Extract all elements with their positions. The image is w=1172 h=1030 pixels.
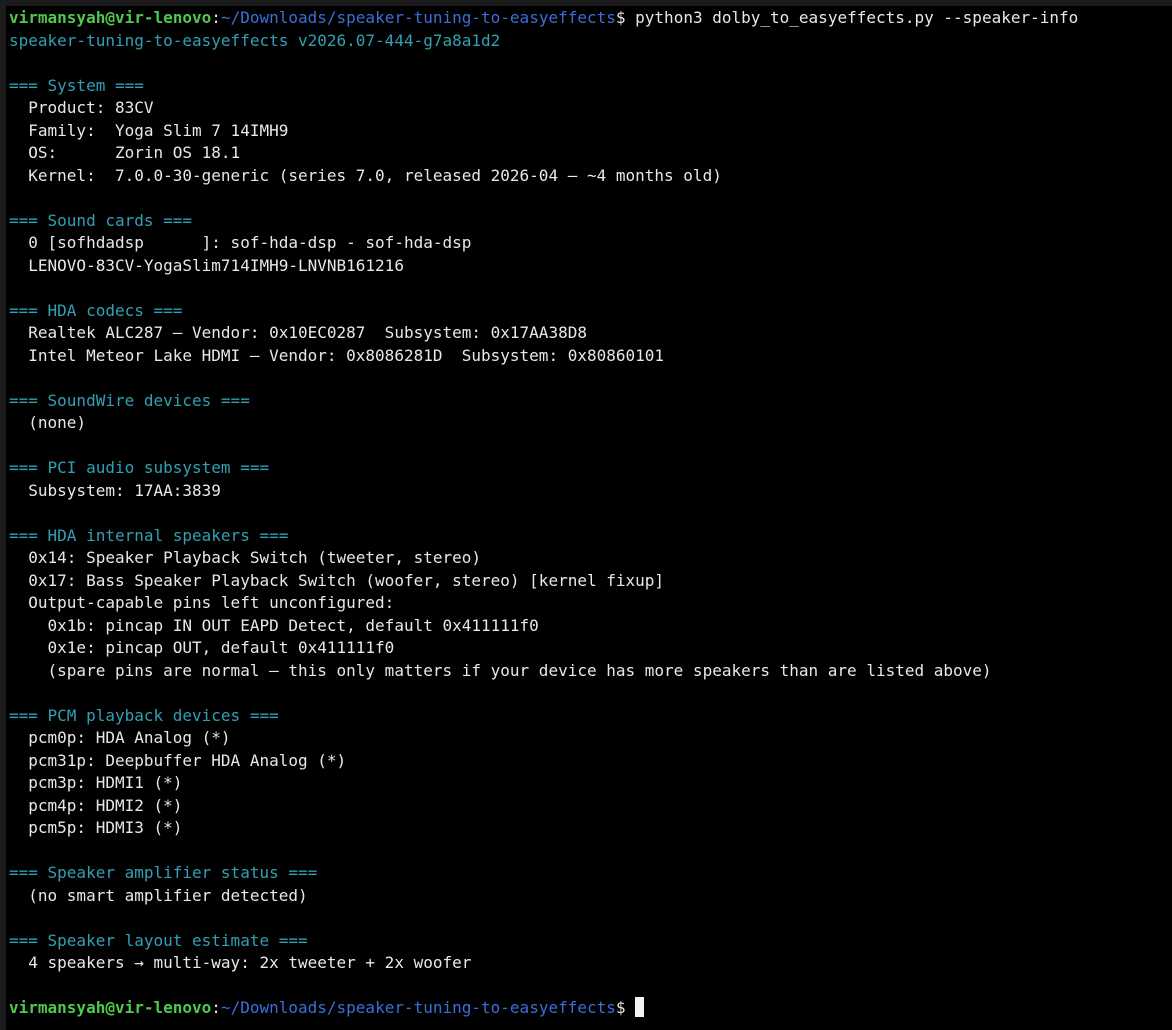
system-line: Family: Yoga Slim 7 14IMH9 xyxy=(9,120,289,140)
window-top-edge xyxy=(0,0,1172,6)
section-header-amplifier: === Speaker amplifier status === xyxy=(9,863,318,882)
hda-speaker-line: 0x14: Speaker Playback Switch (tweeter, … xyxy=(9,548,482,567)
prompt-path: ~/Downloads/speaker-tuning-to-easyeffect… xyxy=(220,8,616,27)
soundwire-line: (none) xyxy=(9,413,87,432)
amplifier-line: (no smart amplifier detected) xyxy=(9,885,308,905)
hda-speaker-line: (spare pins are normal — this only matte… xyxy=(9,660,992,680)
prompt-path: ~/Downloads/speaker-tuning-to-easyeffect… xyxy=(220,998,616,1017)
prompt-colon: : xyxy=(211,8,221,27)
version-line: speaker-tuning-to-easyeffects v2026.07-4… xyxy=(9,30,501,50)
pcm-device-line: pcm31p: Deepbuffer HDA Analog (*) xyxy=(9,750,347,770)
layout-line: 4 speakers → multi-way: 2x tweeter + 2x … xyxy=(9,953,472,972)
section-header-layout: === Speaker layout estimate === xyxy=(9,930,308,950)
section-header-system: === System === xyxy=(9,75,144,95)
command-line: virmansyah@vir-lenovo:~/Downloads/speake… xyxy=(9,7,1172,30)
hda-speaker-line: 0x1b: pincap IN OUT EAPD Detect, default… xyxy=(9,615,539,635)
section-header-pci-audio: === PCI audio subsystem === xyxy=(9,458,270,477)
prompt-user-host: virmansyah@vir-lenovo xyxy=(9,8,212,27)
section-header-hda-speakers: === HDA internal speakers === xyxy=(9,525,289,545)
hda-speaker-line: 0x1e: pincap OUT, default 0x411111f0 xyxy=(9,638,395,657)
prompt-line[interactable]: virmansyah@vir-lenovo:~/Downloads/speake… xyxy=(9,997,1172,1020)
pcm-device-line: pcm4p: HDMI2 (*) xyxy=(9,795,183,815)
sound-card-line: 0 [sofhdadsp ]: sof-hda-dsp - sof-hda-ds… xyxy=(9,233,472,252)
prompt-colon: : xyxy=(211,998,221,1017)
pcm-device-line: pcm5p: HDMI3 (*) xyxy=(9,818,183,837)
pcm-device-line: pcm3p: HDMI1 (*) xyxy=(9,773,183,792)
hda-speaker-line: 0x17: Bass Speaker Playback Switch (woof… xyxy=(9,570,665,590)
prompt-dollar: $ xyxy=(615,998,636,1017)
prompt-user-host: virmansyah@vir-lenovo xyxy=(9,998,212,1017)
section-header-pcm-playback: === PCM playback devices === xyxy=(9,705,279,725)
sound-card-line: LENOVO-83CV-YogaSlim714IMH9-LNVNB161216 xyxy=(9,255,404,275)
system-line: OS: Zorin OS 18.1 xyxy=(9,143,241,162)
prompt-dollar: $ xyxy=(615,8,636,27)
pci-audio-line: Subsystem: 17AA:3839 xyxy=(9,480,221,500)
system-line: Kernel: 7.0.0-30-generic (series 7.0, re… xyxy=(9,165,722,185)
hda-codec-line: Intel Meteor Lake HDMI — Vendor: 0x80862… xyxy=(9,345,665,365)
window-left-edge xyxy=(0,0,6,1030)
section-header-sound-cards: === Sound cards === xyxy=(9,210,193,230)
text-cursor[interactable] xyxy=(635,997,645,1017)
command-text: python3 dolby_to_easyeffects.py --speake… xyxy=(635,8,1079,27)
section-header-hda-codecs: === HDA codecs === xyxy=(9,300,183,320)
hda-speaker-line: Output-capable pins left unconfigured: xyxy=(9,593,395,612)
terminal-output: virmansyah@vir-lenovo:~/Downloads/speake… xyxy=(9,7,1172,1020)
section-header-soundwire: === SoundWire devices === xyxy=(9,390,250,410)
pcm-device-line: pcm0p: HDA Analog (*) xyxy=(9,728,231,747)
system-line: Product: 83CV xyxy=(9,98,154,117)
hda-codec-line: Realtek ALC287 — Vendor: 0x10EC0287 Subs… xyxy=(9,323,587,342)
terminal-window[interactable]: virmansyah@vir-lenovo:~/Downloads/speake… xyxy=(0,0,1172,1030)
